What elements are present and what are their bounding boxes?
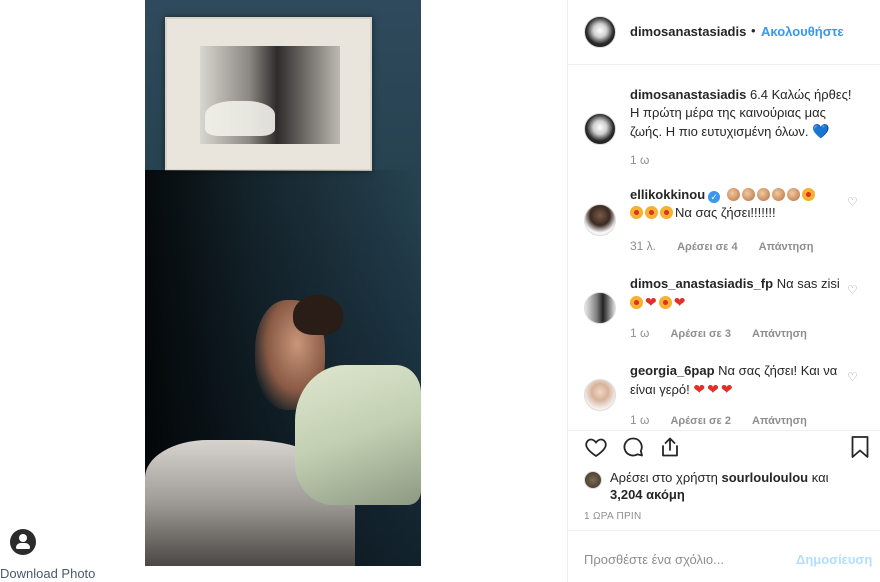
comment-like-icon[interactable]: ♡ bbox=[847, 195, 858, 209]
comment-username[interactable]: ellikokkinou bbox=[630, 187, 705, 202]
caption-avatar[interactable] bbox=[584, 113, 616, 145]
likes-prefix: Αρέσει στο χρήστη bbox=[610, 470, 718, 485]
comment-text: ellikokkinou ✓ Να σας ζήσει!!!!!!! bbox=[630, 186, 855, 222]
likes-connector: και bbox=[811, 470, 829, 485]
commenter-avatar[interactable] bbox=[584, 292, 616, 324]
post-photo[interactable] bbox=[145, 0, 421, 566]
comment-time[interactable]: 31 λ. bbox=[630, 239, 656, 253]
user-circle-icon[interactable] bbox=[10, 529, 36, 555]
caption-username[interactable]: dimosanastasiadis bbox=[630, 87, 746, 102]
share-icon[interactable] bbox=[658, 435, 682, 459]
caption-time[interactable]: 1 ω bbox=[630, 153, 649, 167]
blue-heart-emoji: 💙 bbox=[812, 123, 830, 139]
comment-text: dimos_anastasiadis_fp Να sas zisi ❤ ❤ bbox=[630, 276, 840, 310]
comment-like-icon[interactable]: ♡ bbox=[847, 283, 858, 297]
star-struck-emoji bbox=[630, 296, 643, 309]
baby-blanket bbox=[295, 365, 421, 505]
comment-meta: 31 λ. Αρέσει σε 4 Απάντηση bbox=[630, 239, 831, 253]
author-avatar[interactable] bbox=[584, 16, 616, 48]
likes-count[interactable]: 3,204 ακόμη bbox=[610, 487, 685, 502]
comment-time[interactable]: 1 ω bbox=[630, 413, 649, 427]
reply-button[interactable]: Απάντηση bbox=[759, 241, 814, 253]
download-photo-link[interactable]: Download Photo bbox=[0, 566, 95, 581]
comment-time[interactable]: 1 ω bbox=[630, 326, 649, 340]
comment-likes[interactable]: Αρέσει σε 3 bbox=[670, 328, 731, 340]
post-timestamp[interactable]: 1 ΩΡΑ ΠΡΙΝ bbox=[584, 511, 642, 522]
comment-likes[interactable]: Αρέσει σε 4 bbox=[677, 241, 738, 253]
post-header: dimosanastasiadis • Ακολουθήστε bbox=[568, 0, 880, 65]
liker-avatar[interactable] bbox=[584, 471, 602, 489]
reply-button[interactable]: Απάντηση bbox=[752, 415, 807, 427]
comment-input[interactable]: Προσθέστε ένα σχόλιο... bbox=[584, 552, 724, 567]
comment-meta: 1 ω Αρέσει σε 2 Απάντηση bbox=[630, 413, 825, 427]
red-heart-emoji: ❤ bbox=[693, 381, 706, 397]
follow-button[interactable]: Ακολουθήστε bbox=[761, 24, 844, 39]
add-comment-bar: Προσθέστε ένα σχόλιο... Δημοσίευση bbox=[568, 530, 880, 582]
framed-picture bbox=[165, 17, 372, 171]
commenter-avatar[interactable] bbox=[584, 379, 616, 411]
red-heart-emoji: ❤ bbox=[645, 294, 657, 310]
reply-button[interactable]: Απάντηση bbox=[752, 328, 807, 340]
post-comment-button[interactable]: Δημοσίευση bbox=[796, 552, 872, 567]
comment-likes[interactable]: Αρέσει σε 2 bbox=[670, 415, 731, 427]
star-struck-emoji bbox=[801, 188, 815, 201]
comment-body: Να σας ζήσει!!!!!!! bbox=[675, 205, 776, 220]
comment-body: Να sas zisi bbox=[776, 276, 840, 291]
comment-icon[interactable] bbox=[621, 435, 645, 459]
comment-username[interactable]: dimos_anastasiadis_fp bbox=[630, 276, 773, 291]
likes-summary[interactable]: Αρέσει στο χρήστη sourlouloulou και 3,20… bbox=[610, 469, 870, 503]
liker-username[interactable]: sourlouloulou bbox=[721, 470, 808, 485]
author-username[interactable]: dimosanastasiadis bbox=[630, 24, 746, 39]
instagram-post-page: Download Photo dimosanastasiadis • Ακολο… bbox=[0, 0, 880, 582]
comment-like-icon[interactable]: ♡ bbox=[847, 370, 858, 384]
comment-meta: 1 ω Αρέσει σε 3 Απάντηση bbox=[630, 326, 825, 340]
separator-dot: • bbox=[751, 23, 756, 38]
clapping-emoji bbox=[726, 188, 740, 201]
commenter-avatar[interactable] bbox=[584, 204, 616, 236]
post-side-panel: dimosanastasiadis • Ακολουθήστε dimosana… bbox=[567, 0, 880, 582]
verified-badge-icon: ✓ bbox=[708, 191, 721, 203]
heart-icon[interactable] bbox=[584, 435, 608, 459]
comment-text: georgia_6pap Να σας ζήσει! Και να είναι … bbox=[630, 363, 838, 397]
caption-text: dimosanastasiadis 6.4 Καλώς ήρθες! Η πρώ… bbox=[630, 86, 855, 141]
comment-username[interactable]: georgia_6pap bbox=[630, 363, 715, 378]
bookmark-icon[interactable] bbox=[850, 435, 870, 459]
